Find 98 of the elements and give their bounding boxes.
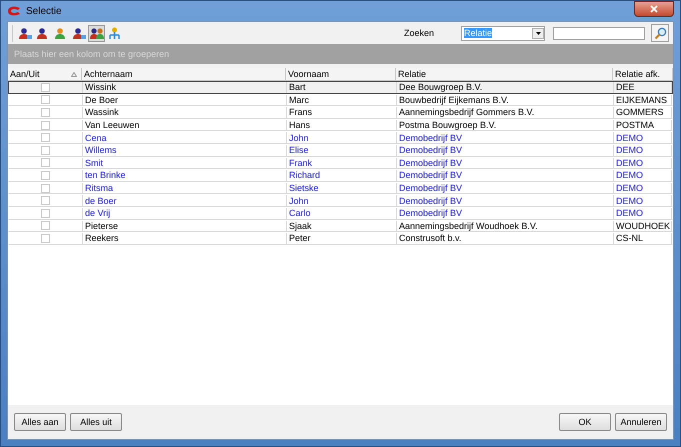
table-cell: DEMO [614, 208, 672, 219]
table-cell: Frank [287, 158, 397, 168]
table-cell: Van Leeuwen [83, 120, 287, 130]
table-cell: DEMO [614, 132, 672, 143]
people-icon[interactable] [88, 24, 105, 42]
table-cell: John [287, 195, 397, 206]
table-cell: DEMO [614, 182, 672, 194]
checkbox[interactable] [41, 146, 50, 155]
column-header[interactable]: Relatie [398, 69, 612, 79]
table-row[interactable]: de Boer John Demobedrijf BV DEMO [8, 194, 673, 207]
table-cell: Demobedrijf BV [397, 158, 614, 168]
table-cell: Sjaak [287, 220, 397, 232]
table-cell: de Vrij [83, 208, 287, 219]
table-cell: John [287, 132, 397, 143]
table-row[interactable]: Van Leeuwen Hans Postma Bouwgroep B.V. POSTMA [8, 118, 673, 132]
table-cell: Bouwbedrijf Eijkemans B.V. [397, 94, 614, 106]
table-cell: Marc [287, 94, 397, 106]
table-cell: Wassink [83, 107, 287, 118]
checkbox[interactable] [41, 196, 50, 206]
group-by-hint: Plaats hier een kolom om te groeperen [14, 49, 170, 59]
table-cell: Construsoft b.v. [397, 233, 614, 244]
table-cell: POSTMA [614, 120, 672, 130]
table-cell: de Boer [83, 195, 287, 206]
table-cell: GOMMERS [614, 107, 672, 118]
table-cell: WOUDHOEK [614, 220, 672, 232]
caret-icon [536, 32, 540, 34]
checkbox[interactable] [41, 184, 50, 193]
table-row[interactable]: Willems Elise Demobedrijf BV DEMO [8, 144, 673, 157]
checkbox[interactable] [41, 170, 50, 180]
table-cell: Hans [287, 120, 397, 130]
window-title: Selectie [26, 6, 63, 16]
table-cell: Demobedrijf BV [397, 208, 614, 219]
table-cell: Demobedrijf BV [397, 195, 614, 206]
ok-button[interactable]: OK [559, 413, 611, 431]
checkbox[interactable] [41, 221, 50, 230]
table-cell: Elise [287, 144, 397, 156]
checkbox[interactable] [41, 234, 50, 243]
table-cell: Cena [83, 132, 287, 143]
table-cell: EIJKEMANS [614, 94, 672, 106]
column-header[interactable]: Achternaam [84, 69, 285, 79]
table-cell: Demobedrijf BV [397, 144, 614, 156]
table-cell: Frans [287, 107, 397, 118]
close-button[interactable] [634, 1, 674, 17]
search-button[interactable] [651, 24, 669, 42]
close-icon [650, 5, 658, 13]
table-cell: CS-NL [614, 233, 672, 244]
table-row[interactable]: Reekers Peter Construsoft b.v. CS-NL [8, 232, 673, 245]
table-cell: DEMO [614, 195, 672, 206]
table-row[interactable]: De Boer Marc Bouwbedrijf Eijkemans B.V. EIJKEMANS [8, 94, 673, 106]
column-header[interactable]: Relatie afk. [615, 69, 672, 79]
select-button[interactable]: Alles aan [14, 413, 66, 431]
checkbox[interactable] [41, 120, 50, 130]
table-cell: DEMO [614, 158, 672, 168]
checkbox[interactable] [41, 82, 50, 92]
search-field[interactable] [553, 26, 645, 40]
column-header[interactable]: Voornaam [288, 69, 395, 79]
table-row[interactable]: Cena John Demobedrijf BV DEMO [8, 131, 673, 144]
checkbox[interactable] [41, 158, 50, 168]
checkbox[interactable] [41, 95, 50, 104]
table-cell: Smit [83, 158, 287, 168]
table-row[interactable]: de Vrij Carlo Demobedrijf BV DEMO [8, 206, 673, 220]
cancel-button[interactable]: Annuleren [615, 413, 667, 431]
checkbox[interactable] [41, 108, 50, 117]
table-row[interactable]: Wissink Bart Dee Bouwgroep B.V. DEE [8, 81, 673, 94]
search-label: Zoeken [404, 28, 434, 38]
table-row[interactable]: Smit Frank Demobedrijf BV DEMO [8, 156, 673, 170]
table-cell: Demobedrijf BV [397, 170, 614, 181]
table-cell: Aannemingsbedrijf Gommers B.V. [397, 107, 614, 118]
table-cell: Pieterse [83, 220, 287, 232]
table-row[interactable]: Pieterse Sjaak Aannemingsbedrijf Woudhoek B.V. WOUDHOEK [8, 220, 673, 232]
table-cell: Postma Bouwgroep B.V. [397, 120, 614, 130]
checkbox[interactable] [41, 208, 50, 218]
checkbox[interactable] [41, 133, 50, 142]
table-cell: DEE [614, 82, 672, 93]
table-row[interactable]: Wassink Frans Aannemingsbedrijf Gommers B.V. GOMMERS [8, 106, 673, 119]
table-cell: De Boer [83, 94, 287, 106]
table-cell: DEMO [614, 144, 672, 156]
table-row[interactable]: ten Brinke Richard Demobedrijf BV DEMO [8, 169, 673, 182]
table-cell: Bart [287, 82, 397, 93]
table-row[interactable]: Ritsma Sietske Demobedrijf BV DEMO [8, 182, 673, 194]
select-button[interactable]: Alles uit [70, 413, 122, 431]
app-logo-icon [7, 5, 21, 17]
table-cell: Carlo [287, 208, 397, 219]
table-cell: Aannemingsbedrijf Woudhoek B.V. [397, 220, 614, 232]
table-cell: Demobedrijf BV [397, 182, 614, 194]
table-cell: Sietske [287, 182, 397, 194]
table-cell: Reekers [83, 233, 287, 244]
table-cell: Dee Bouwgroep B.V. [397, 82, 614, 93]
table-cell: Wissink [83, 82, 287, 93]
table-cell: Peter [287, 233, 397, 244]
table-cell: ten Brinke [83, 170, 287, 181]
table-cell: Richard [287, 170, 397, 181]
table-cell: Willems [83, 144, 287, 156]
table-cell: DEMO [614, 170, 672, 181]
dropdown-button[interactable] [532, 28, 544, 38]
sort-icon [71, 72, 77, 76]
table-cell: Ritsma [83, 182, 287, 194]
table-cell: Demobedrijf BV [397, 132, 614, 143]
